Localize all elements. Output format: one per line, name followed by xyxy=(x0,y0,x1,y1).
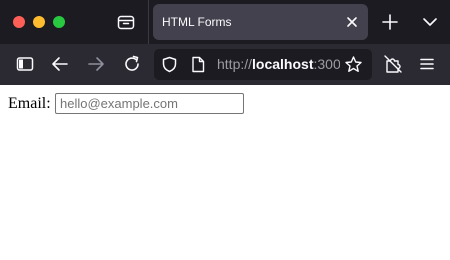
extensions-icon[interactable] xyxy=(382,53,404,75)
hamburger-menu-icon[interactable] xyxy=(416,53,438,75)
url-host: localhost xyxy=(252,56,314,72)
url-port: :300 xyxy=(313,56,341,72)
tab-html-forms[interactable]: HTML Forms xyxy=(153,4,368,40)
star-icon[interactable] xyxy=(344,55,363,74)
chevron-down-icon[interactable] xyxy=(420,12,440,32)
window-minimize-button[interactable] xyxy=(33,16,45,28)
window-zoom-button[interactable] xyxy=(53,16,65,28)
shield-icon[interactable] xyxy=(161,56,178,73)
tab-separator xyxy=(148,0,149,44)
page-content: Email: xyxy=(0,85,450,260)
page-icon[interactable] xyxy=(191,56,205,73)
url-bar[interactable]: http://localhost:300 xyxy=(154,49,372,80)
plus-icon[interactable] xyxy=(380,12,400,32)
navigation-toolbar: http://localhost:300 xyxy=(0,44,450,85)
tab-list-icon[interactable] xyxy=(115,11,137,33)
tab-title: HTML Forms xyxy=(162,15,232,29)
email-field[interactable] xyxy=(55,93,244,114)
email-label: Email: xyxy=(8,95,51,112)
sidebar-icon[interactable] xyxy=(14,53,36,75)
tab-bar: HTML Forms xyxy=(0,0,450,44)
close-icon[interactable] xyxy=(344,14,360,30)
reload-icon[interactable] xyxy=(121,53,143,75)
window-close-button[interactable] xyxy=(13,16,25,28)
forward-arrow-icon[interactable] xyxy=(85,53,107,75)
url-scheme: http:// xyxy=(217,56,253,72)
back-arrow-icon[interactable] xyxy=(49,53,71,75)
url-text[interactable]: http://localhost:300 xyxy=(217,56,340,72)
